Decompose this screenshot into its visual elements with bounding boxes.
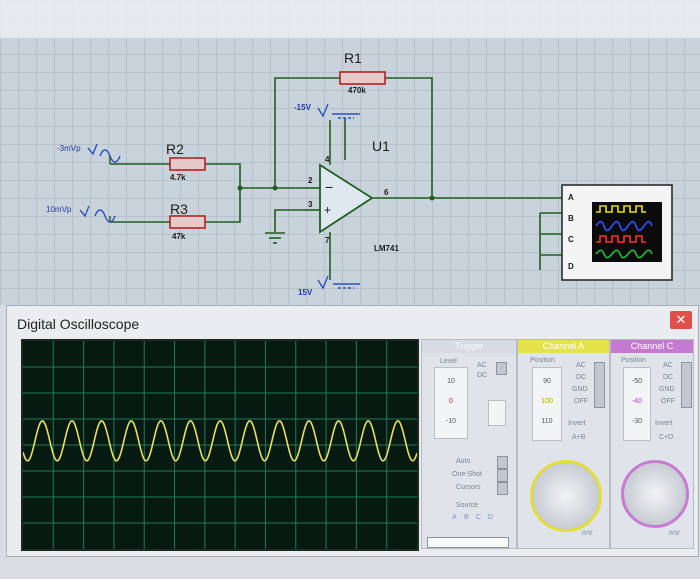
channel-a-position-label: Position [530,357,555,364]
pin-7: 7 [325,236,330,245]
u1-name: U1 [372,138,390,154]
trigger-dc-label: DC [477,372,488,379]
channel-a-off[interactable]: OFF [574,398,588,405]
oscilloscope-window: Digital Oscilloscope ✕ Trigger Level 10 … [6,305,699,557]
r3-name: R3 [170,201,188,217]
close-icon: ✕ [675,312,687,327]
close-button[interactable]: ✕ [670,311,692,329]
trigger-source-label: Source [456,502,479,509]
scope-block-a: A [568,193,574,202]
r1-value: 470k [348,86,366,95]
channel-c-invert[interactable]: Invert [655,420,673,427]
pin-4: 4 [325,155,330,164]
channel-a-trace [23,419,417,462]
scope-graticule [23,341,417,549]
channel-c-tick-2: -40 [631,398,643,405]
channel-c-volts-knob[interactable] [621,460,689,528]
channel-c-position-slider[interactable]: -50 -40 -30 [623,367,651,441]
r3-value: 47k [172,232,186,241]
channel-a-tick-3: 110 [541,418,553,425]
oscilloscope-title: Digital Oscilloscope [17,316,140,332]
r1-name: R1 [344,50,362,66]
channel-a-gnd[interactable]: GND [572,386,588,393]
trigger-one-shot-label: One-Shot [452,471,482,478]
scope-block-b: B [568,214,574,223]
scope-block-c: C [568,235,574,244]
resistor-r3 [169,215,206,229]
ac-source-2-icon [79,205,116,223]
timebase-scrollbar[interactable] [427,537,509,548]
trigger-ac-label: AC [477,362,487,369]
source-c[interactable]: C [476,514,481,521]
resistor-r1 [339,71,386,85]
u1-part: LM741 [374,244,399,253]
source-b[interactable]: B [464,514,469,521]
trigger-panel: Trigger Level 10 0 -10 AC DC Auto One-Sh… [421,339,517,549]
trigger-level-label: Level [440,358,457,365]
scope-screen [21,339,419,551]
svg-text:+: + [324,203,331,217]
scope-block-d: D [568,262,574,271]
trigger-cursors-label: Cursors [456,484,481,491]
channel-c-panel: Channel C Position -50 -40 -30 AC DC GND… [610,339,694,549]
pin-3: 3 [308,200,313,209]
trigger-auto-label: Auto [456,458,471,465]
ac-source-1-icon [87,143,121,164]
channel-c-gnd[interactable]: GND [659,386,675,393]
trigger-edge-switch[interactable] [488,400,506,426]
channel-a-volts-knob[interactable] [530,460,602,532]
channel-a-invert[interactable]: Invert [568,420,586,427]
source1-label: -3mVp [57,144,81,153]
source2-label: 10mVp [46,205,72,214]
trigger-one-shot-button[interactable] [497,469,508,482]
pin-2: 2 [308,176,313,185]
pos-supply-label: 15V [298,288,313,297]
opamp-u1 [319,163,374,234]
r2-value: 4.7k [170,173,186,182]
channel-a-knob-unit: mV [582,530,593,537]
r2-name: R2 [166,141,184,157]
channel-a-coupling-switch[interactable] [594,362,605,408]
trigger-tick-1: 10 [447,378,455,385]
ground-icon [265,232,285,244]
channel-c-ac[interactable]: AC [663,362,673,369]
trigger-tick-3: -10 [445,418,457,425]
cursors-button[interactable] [497,482,508,495]
channel-a-tick-2: 100 [541,398,553,405]
channel-c-position-label: Position [621,357,646,364]
resistor-r2 [169,157,206,171]
pin-6: 6 [384,188,389,197]
channel-a-position-slider[interactable]: 90 100 110 [532,367,562,441]
channel-c-sum[interactable]: C+D [659,434,673,441]
circuit-drawing: − + [79,71,673,290]
trigger-level-slider[interactable]: 10 0 -10 [434,367,468,439]
neg-supply-icon [317,103,360,119]
trigger-tick-2: 0 [449,398,453,405]
pos-supply-icon [317,275,360,290]
channel-a-panel: Channel A Position 90 100 110 AC DC GND … [517,339,610,549]
svg-text:−: − [325,179,333,195]
channel-a-header: Channel A [518,340,609,353]
neg-supply-label: -15V [294,103,311,112]
source-a[interactable]: A [452,514,457,521]
trigger-header: Trigger [422,340,516,353]
channel-c-dc[interactable]: DC [663,374,673,381]
channel-c-tick-3: -30 [631,418,643,425]
channel-c-off[interactable]: OFF [661,398,675,405]
trigger-auto-button[interactable] [497,456,508,469]
channel-a-ac[interactable]: AC [576,362,586,369]
channel-c-tick-1: -50 [631,378,643,385]
schematic-canvas[interactable]: − + R1 470k R2 4.7k R3 47k U1 LM741 -3mV… [0,0,700,305]
channel-a-tick-1: 90 [543,378,551,385]
channel-c-knob-unit: mV [669,530,680,537]
trigger-coupling-switch[interactable] [496,362,507,375]
channel-a-dc[interactable]: DC [576,374,586,381]
source-d[interactable]: D [488,514,493,521]
channel-a-sum[interactable]: A+B [572,434,585,441]
channel-c-coupling-switch[interactable] [681,362,692,408]
channel-c-header: Channel C [611,340,693,353]
